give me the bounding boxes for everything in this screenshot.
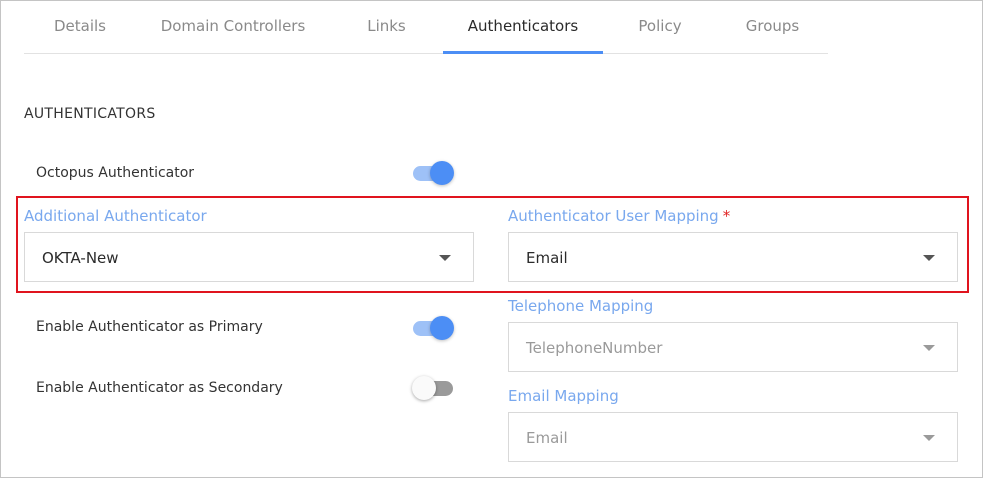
tab-groups[interactable]: Groups xyxy=(717,0,828,53)
enable-primary-label: Enable Authenticator as Primary xyxy=(36,319,263,335)
octopus-authenticator-toggle[interactable] xyxy=(413,161,455,185)
telephone-mapping-value: TelephoneNumber xyxy=(526,339,663,357)
toggle-thumb xyxy=(430,316,454,340)
user-mapping-select[interactable]: Email xyxy=(508,232,958,282)
chevron-down-icon xyxy=(923,435,935,441)
enable-primary-toggle[interactable] xyxy=(413,316,455,340)
chevron-down-icon xyxy=(439,255,451,261)
additional-authenticator-select[interactable]: OKTA-New xyxy=(24,232,474,282)
tab-details[interactable]: Details xyxy=(24,0,136,53)
toggle-thumb xyxy=(412,376,436,400)
additional-authenticator-value: OKTA-New xyxy=(42,249,119,267)
toggle-thumb xyxy=(430,161,454,185)
tab-bar: Details Domain Controllers Links Authent… xyxy=(24,0,828,54)
section-title: AUTHENTICATORS xyxy=(24,106,156,122)
tab-domain-controllers[interactable]: Domain Controllers xyxy=(136,0,330,53)
required-marker: * xyxy=(722,207,731,225)
email-mapping-select[interactable]: Email xyxy=(508,412,958,462)
enable-secondary-label: Enable Authenticator as Secondary xyxy=(36,380,283,396)
telephone-mapping-label: Telephone Mapping xyxy=(508,297,654,315)
tab-links[interactable]: Links xyxy=(330,0,443,53)
enable-secondary-toggle[interactable] xyxy=(412,376,455,400)
user-mapping-value: Email xyxy=(526,249,568,267)
telephone-mapping-select[interactable]: TelephoneNumber xyxy=(508,322,958,372)
octopus-authenticator-label: Octopus Authenticator xyxy=(36,165,195,181)
email-mapping-value: Email xyxy=(526,429,568,447)
tab-authenticators[interactable]: Authenticators xyxy=(443,0,603,54)
user-mapping-label: Authenticator User Mapping * xyxy=(508,207,730,225)
email-mapping-label: Email Mapping xyxy=(508,387,619,405)
additional-authenticator-label: Additional Authenticator xyxy=(24,207,207,225)
chevron-down-icon xyxy=(923,345,935,351)
user-mapping-label-text: Authenticator User Mapping xyxy=(508,207,719,225)
tab-policy[interactable]: Policy xyxy=(603,0,717,53)
chevron-down-icon xyxy=(923,255,935,261)
